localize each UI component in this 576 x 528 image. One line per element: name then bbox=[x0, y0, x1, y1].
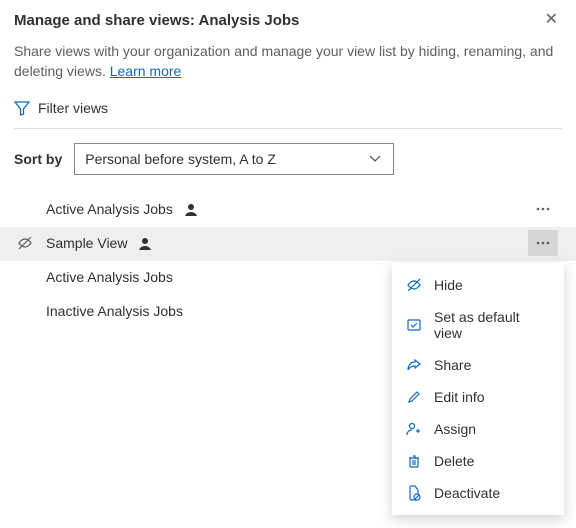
menu-item-hide[interactable]: Hide bbox=[392, 269, 564, 301]
more-icon bbox=[535, 201, 551, 217]
menu-item-delete[interactable]: Delete bbox=[392, 445, 564, 477]
view-name: Active Analysis Jobs bbox=[46, 269, 173, 285]
menu-item-label: Deactivate bbox=[434, 485, 500, 501]
description-text: Share views with your organization and m… bbox=[14, 43, 553, 79]
menu-item-assign[interactable]: Assign bbox=[392, 413, 564, 445]
more-icon bbox=[535, 235, 551, 251]
filter-icon bbox=[14, 100, 30, 116]
view-row[interactable]: Active Analysis Jobs bbox=[0, 193, 576, 227]
assign-icon bbox=[406, 421, 422, 437]
filter-views-button[interactable]: Filter views bbox=[14, 100, 562, 116]
context-menu: Hide Set as default view Share Edit info Ass… bbox=[392, 263, 564, 515]
close-icon: ✕ bbox=[545, 11, 558, 28]
hidden-icon bbox=[14, 235, 36, 251]
sort-selected-value: Personal before system, A to Z bbox=[85, 151, 276, 167]
default-view-icon bbox=[406, 317, 422, 333]
sort-dropdown[interactable]: Personal before system, A to Z bbox=[74, 143, 394, 175]
menu-item-label: Set as default view bbox=[434, 309, 550, 341]
menu-item-share[interactable]: Share bbox=[392, 349, 564, 381]
hide-icon bbox=[406, 277, 422, 293]
panel-description: Share views with your organization and m… bbox=[14, 41, 562, 82]
person-icon bbox=[137, 236, 151, 250]
chevron-down-icon bbox=[367, 151, 383, 167]
menu-item-label: Delete bbox=[434, 453, 474, 469]
view-name: Active Analysis Jobs bbox=[46, 201, 173, 217]
view-row[interactable]: Sample View bbox=[0, 227, 576, 261]
menu-item-label: Hide bbox=[434, 277, 463, 293]
person-icon bbox=[183, 202, 197, 216]
more-button[interactable] bbox=[528, 230, 558, 256]
close-button[interactable]: ✕ bbox=[541, 12, 562, 28]
panel-title: Manage and share views: Analysis Jobs bbox=[14, 12, 299, 29]
view-name: Sample View bbox=[46, 235, 127, 251]
menu-item-deactivate[interactable]: Deactivate bbox=[392, 477, 564, 509]
menu-item-label: Edit info bbox=[434, 389, 485, 405]
more-button[interactable] bbox=[528, 196, 558, 222]
view-name: Inactive Analysis Jobs bbox=[46, 303, 183, 319]
divider bbox=[14, 128, 562, 129]
learn-more-link[interactable]: Learn more bbox=[110, 63, 182, 79]
sort-by-label: Sort by bbox=[14, 151, 62, 167]
share-icon bbox=[406, 357, 422, 373]
filter-label: Filter views bbox=[38, 100, 108, 116]
deactivate-icon bbox=[406, 485, 422, 501]
menu-item-label: Assign bbox=[434, 421, 476, 437]
edit-icon bbox=[406, 389, 422, 405]
menu-item-set-as-default-view[interactable]: Set as default view bbox=[392, 301, 564, 349]
menu-item-edit-info[interactable]: Edit info bbox=[392, 381, 564, 413]
menu-item-label: Share bbox=[434, 357, 471, 373]
delete-icon bbox=[406, 453, 422, 469]
